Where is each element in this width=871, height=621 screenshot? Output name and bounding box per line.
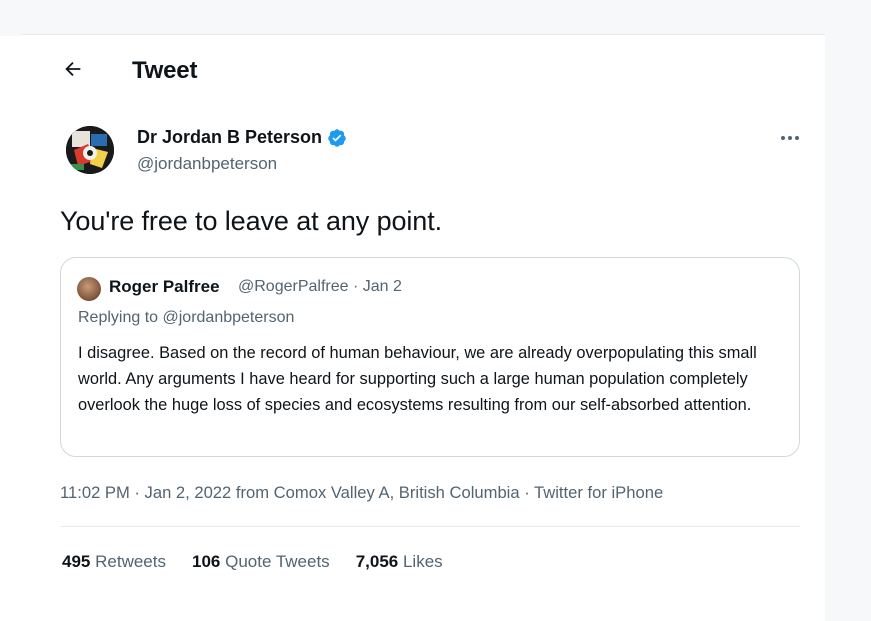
quoted-tweet-card[interactable]: Roger Palfree @RogerPalfree · Jan 2 Repl… <box>60 257 800 457</box>
author-handle[interactable]: @jordanbpeterson <box>137 154 277 174</box>
tweet-timestamp[interactable]: 11:02 PM · Jan 2, 2022 from Comox Valley… <box>60 483 663 503</box>
more-dot-icon <box>781 136 785 140</box>
back-button[interactable] <box>58 54 88 84</box>
author-name[interactable]: Dr Jordan B Peterson <box>137 127 322 148</box>
likes-label: Likes <box>402 552 443 571</box>
author-avatar[interactable] <box>66 126 114 174</box>
quoted-author-name: Roger Palfree <box>109 277 220 296</box>
quoted-author-avatar <box>77 277 101 301</box>
more-options-button[interactable] <box>776 128 804 148</box>
verified-badge-icon <box>328 128 346 147</box>
page-side-band <box>825 0 871 621</box>
abstract-avatar-icon <box>66 126 114 174</box>
likes-stat[interactable]: 7,056 Likes <box>356 552 443 572</box>
quote-tweets-stat[interactable]: 106 Quote Tweets <box>192 552 330 572</box>
more-dot-icon <box>795 136 799 140</box>
replying-to-label: Replying to <box>78 309 163 326</box>
back-arrow-icon <box>65 61 81 77</box>
author-name-row[interactable]: Dr Jordan B Peterson <box>137 127 347 148</box>
quoted-tweet-body: I disagree. Based on the record of human… <box>78 344 757 414</box>
replying-to-handle-link[interactable]: @jordanbpeterson <box>163 309 295 326</box>
likes-count: 7,056 <box>355 552 399 571</box>
page-title: Tweet <box>132 57 198 84</box>
quote-tweets-label: Quote Tweets <box>225 552 330 571</box>
retweets-stat[interactable]: 495 Retweets <box>62 552 166 572</box>
divider <box>60 526 800 527</box>
more-dot-icon <box>788 136 792 140</box>
replying-to-line: Replying to @jordanbpeterson <box>78 309 294 327</box>
quote-tweets-count: 106 <box>191 552 221 571</box>
page-background-band <box>0 0 871 36</box>
tweet-text: You're free to leave at any point. <box>60 206 443 236</box>
engagement-stats: 495 Retweets 106 Quote Tweets 7,056 Like… <box>62 552 443 572</box>
retweets-count: 495 <box>62 552 91 571</box>
quoted-handle-date: @RogerPalfree · Jan 2 <box>238 278 402 295</box>
retweets-label: Retweets <box>95 552 166 571</box>
